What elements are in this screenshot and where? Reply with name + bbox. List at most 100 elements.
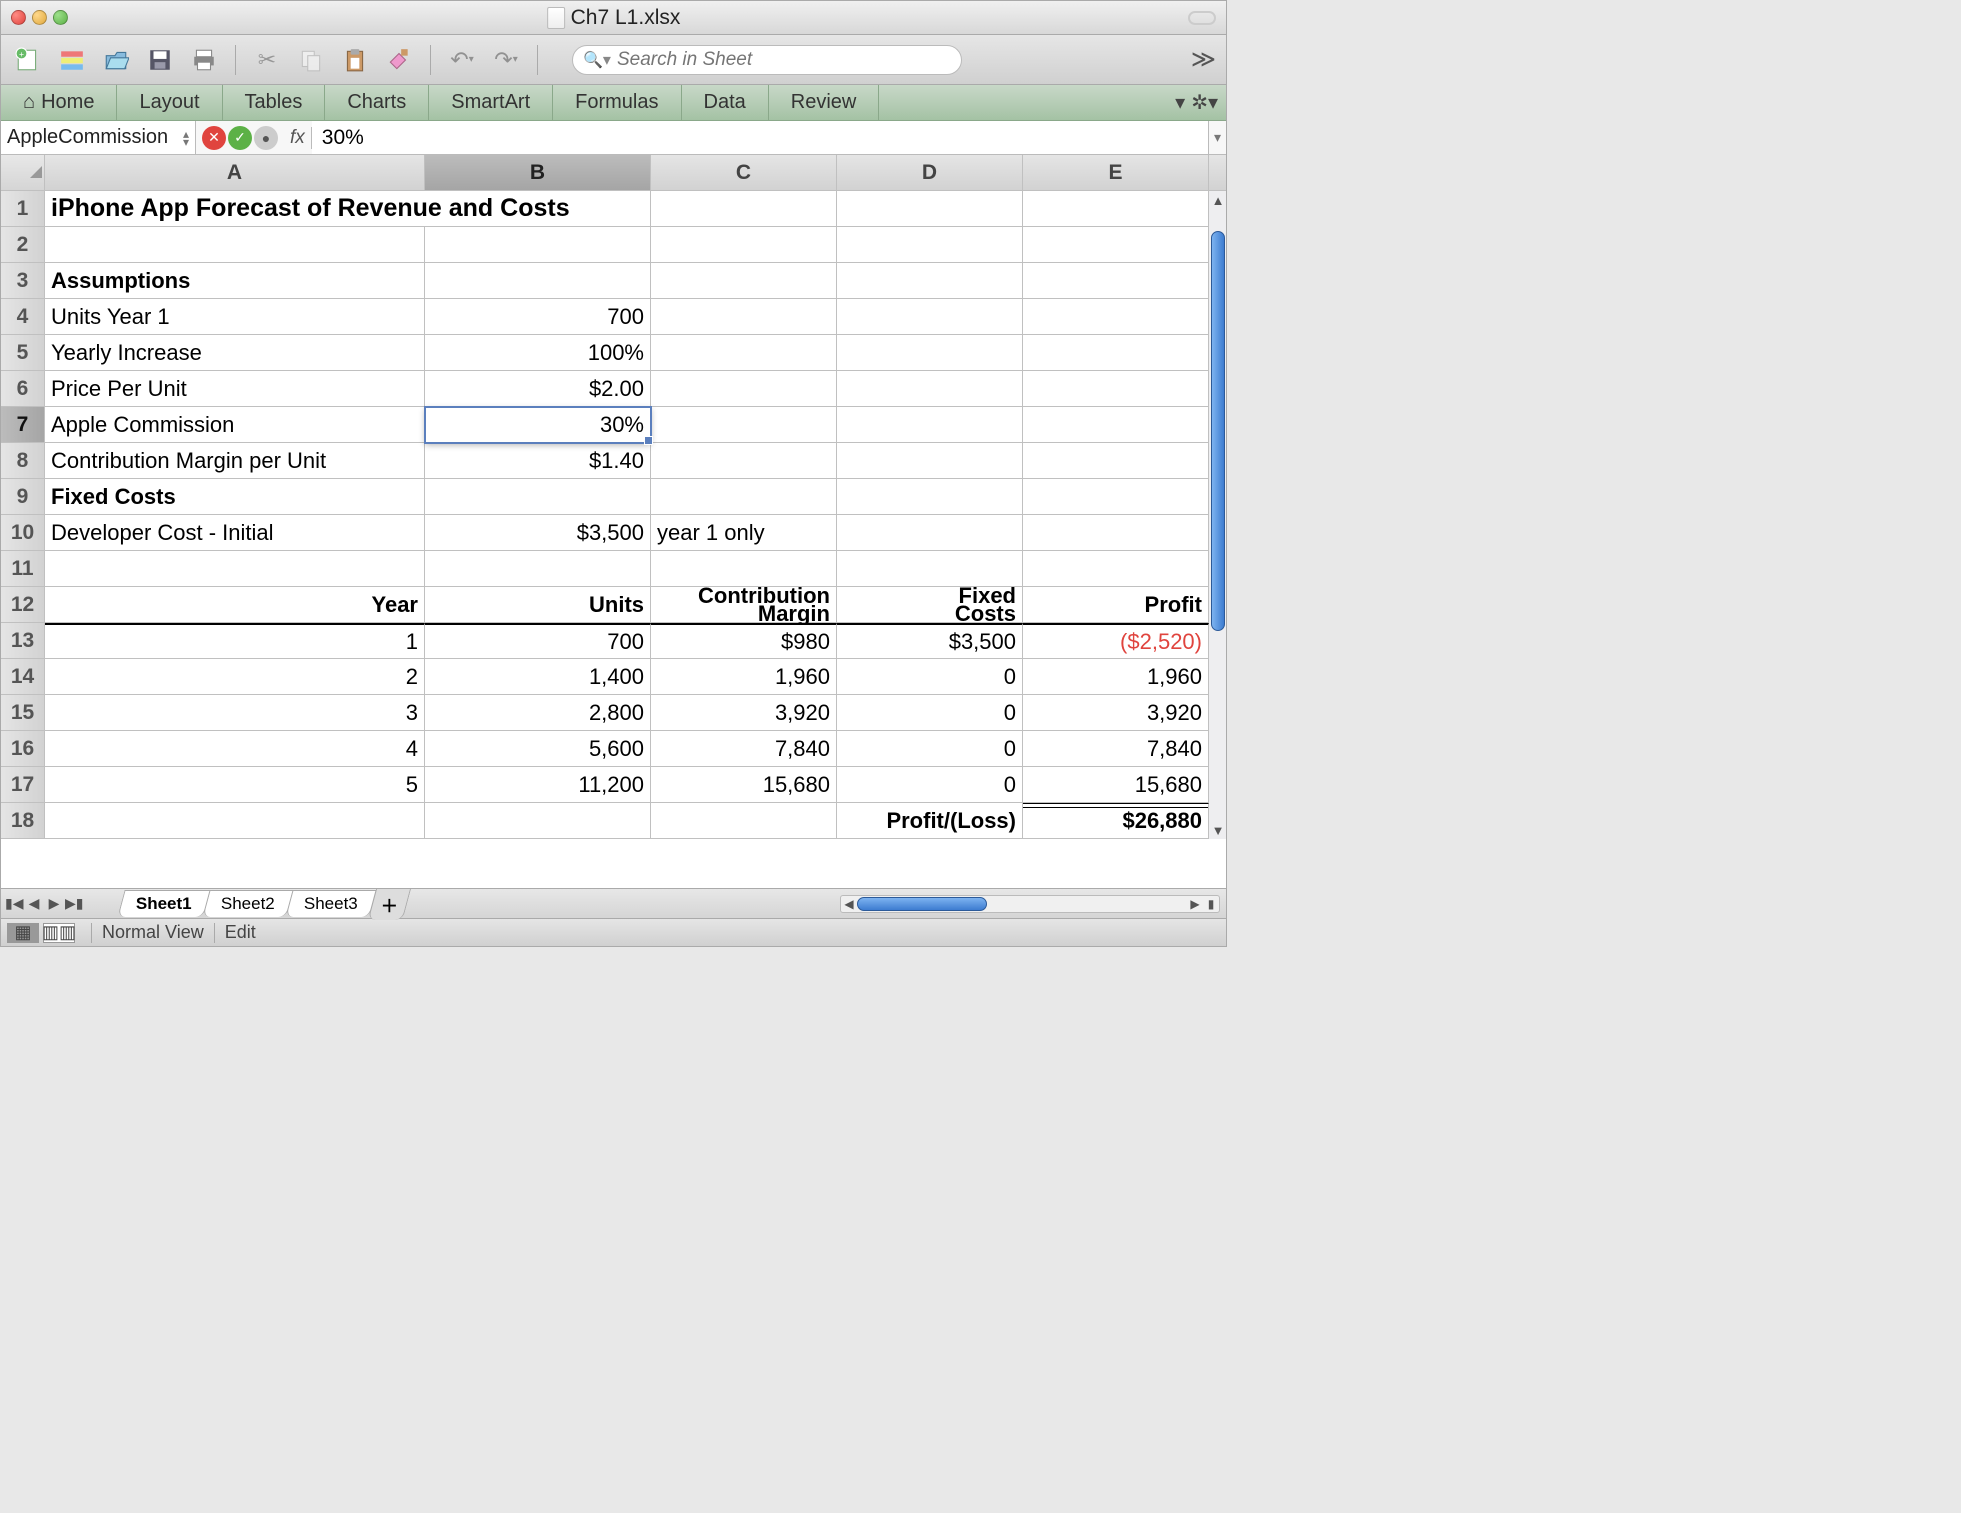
titlebar-pill-button[interactable] xyxy=(1188,11,1216,25)
col-header-B[interactable]: B xyxy=(425,155,651,191)
cell-C14[interactable]: 1,960 xyxy=(651,659,837,695)
row-header-5[interactable]: 5 xyxy=(1,335,45,371)
cell-E8[interactable] xyxy=(1023,443,1209,479)
cell-D6[interactable] xyxy=(837,371,1023,407)
col-header-E[interactable]: E xyxy=(1023,155,1209,191)
cell-E12[interactable]: Profit xyxy=(1023,587,1209,623)
formula-cancel-button[interactable]: ✕ xyxy=(202,126,226,150)
cell-D18[interactable]: Profit/(Loss) xyxy=(837,803,1023,839)
tab-data[interactable]: Data xyxy=(682,85,769,120)
row-header-10[interactable]: 10 xyxy=(1,515,45,551)
cell-A3[interactable]: Assumptions xyxy=(45,263,425,299)
templates-button[interactable] xyxy=(55,43,89,77)
cell-A6[interactable]: Price Per Unit xyxy=(45,371,425,407)
save-button[interactable] xyxy=(143,43,177,77)
cell-E2[interactable] xyxy=(1023,227,1209,263)
window-minimize-button[interactable] xyxy=(32,10,47,25)
cell-D8[interactable] xyxy=(837,443,1023,479)
row-header-6[interactable]: 6 xyxy=(1,371,45,407)
cell-A13[interactable]: 1 xyxy=(45,623,425,659)
cell-A7[interactable]: Apple Commission xyxy=(45,407,425,443)
cell-A8[interactable]: Contribution Margin per Unit xyxy=(45,443,425,479)
cell-B11[interactable] xyxy=(425,551,651,587)
hscroll-thumb[interactable] xyxy=(857,897,987,911)
cell-B9[interactable] xyxy=(425,479,651,515)
cell-D9[interactable] xyxy=(837,479,1023,515)
cell-C18[interactable] xyxy=(651,803,837,839)
cell-A2[interactable] xyxy=(45,227,425,263)
cell-D14[interactable]: 0 xyxy=(837,659,1023,695)
cell-E17[interactable]: 15,680 xyxy=(1023,767,1209,803)
col-header-A[interactable]: A xyxy=(45,155,425,191)
cell-B10[interactable]: $3,500 xyxy=(425,515,651,551)
page-layout-view-button[interactable]: ▥▥ xyxy=(43,923,75,943)
cell-D3[interactable] xyxy=(837,263,1023,299)
cell-D4[interactable] xyxy=(837,299,1023,335)
cell-C10[interactable]: year 1 only xyxy=(651,515,837,551)
cell-B7[interactable]: 30% xyxy=(425,407,651,443)
cell-D17[interactable]: 0 xyxy=(837,767,1023,803)
cell-B13[interactable]: 700 xyxy=(425,623,651,659)
row-header-18[interactable]: 18 xyxy=(1,803,45,839)
cell-D11[interactable] xyxy=(837,551,1023,587)
sheet-tab-1[interactable]: Sheet1 xyxy=(117,890,210,917)
cell-D16[interactable]: 0 xyxy=(837,731,1023,767)
cell-A5[interactable]: Yearly Increase xyxy=(45,335,425,371)
cell-E3[interactable] xyxy=(1023,263,1209,299)
cell-B15[interactable]: 2,800 xyxy=(425,695,651,731)
window-close-button[interactable] xyxy=(11,10,26,25)
formula-bar-expand-icon[interactable]: ▾ xyxy=(1208,121,1226,154)
hscroll-end-icon[interactable]: ▮ xyxy=(1203,896,1219,912)
cell-A4[interactable]: Units Year 1 xyxy=(45,299,425,335)
search-field-wrap[interactable]: 🔍▾ xyxy=(572,45,962,75)
vscroll-down-icon[interactable]: ▼ xyxy=(1209,821,1226,839)
cell-B14[interactable]: 1,400 xyxy=(425,659,651,695)
cell-C4[interactable] xyxy=(651,299,837,335)
tab-smartart[interactable]: SmartArt xyxy=(429,85,553,120)
vscroll-up-icon[interactable]: ▲ xyxy=(1209,191,1226,209)
cell-A17[interactable]: 5 xyxy=(45,767,425,803)
window-zoom-button[interactable] xyxy=(53,10,68,25)
cell-E15[interactable]: 3,920 xyxy=(1023,695,1209,731)
row-header-2[interactable]: 2 xyxy=(1,227,45,263)
copy-button[interactable] xyxy=(294,43,328,77)
formula-input[interactable] xyxy=(312,121,1208,154)
cell-E4[interactable] xyxy=(1023,299,1209,335)
cell-A14[interactable]: 2 xyxy=(45,659,425,695)
name-box-dropdown-icon[interactable]: ▴▾ xyxy=(183,130,189,146)
cell-D12[interactable]: FixedCosts xyxy=(837,587,1023,623)
cell-D5[interactable] xyxy=(837,335,1023,371)
cell-B6[interactable]: $2.00 xyxy=(425,371,651,407)
vertical-scrollbar[interactable]: ▲ ▼ xyxy=(1209,191,1226,839)
cell-B17[interactable]: 11,200 xyxy=(425,767,651,803)
col-header-C[interactable]: C xyxy=(651,155,837,191)
cell-C8[interactable] xyxy=(651,443,837,479)
tab-layout[interactable]: Layout xyxy=(117,85,222,120)
cell-B3[interactable] xyxy=(425,263,651,299)
cell-C2[interactable] xyxy=(651,227,837,263)
search-input[interactable] xyxy=(617,49,951,71)
cell-A9[interactable]: Fixed Costs xyxy=(45,479,425,515)
cell-E13[interactable]: ($2,520) xyxy=(1023,623,1209,659)
row-header-11[interactable]: 11 xyxy=(1,551,45,587)
spreadsheet-grid[interactable]: ABCDE1iPhone App Forecast of Revenue and… xyxy=(1,155,1226,888)
cell-D2[interactable] xyxy=(837,227,1023,263)
normal-view-button[interactable]: ▦ xyxy=(7,923,39,943)
cell-C5[interactable] xyxy=(651,335,837,371)
cell-B5[interactable]: 100% xyxy=(425,335,651,371)
tab-tables[interactable]: Tables xyxy=(223,85,326,120)
cell-C16[interactable]: 7,840 xyxy=(651,731,837,767)
cell-E11[interactable] xyxy=(1023,551,1209,587)
row-header-17[interactable]: 17 xyxy=(1,767,45,803)
cell-E18[interactable]: $26,880 xyxy=(1023,803,1209,839)
cell-D10[interactable] xyxy=(837,515,1023,551)
cell-D15[interactable]: 0 xyxy=(837,695,1023,731)
sheet-tab-2[interactable]: Sheet2 xyxy=(202,890,293,917)
cell-A1[interactable]: iPhone App Forecast of Revenue and Costs xyxy=(45,191,651,227)
redo-button[interactable]: ↷▾ xyxy=(489,43,523,77)
cell-E9[interactable] xyxy=(1023,479,1209,515)
cell-C17[interactable]: 15,680 xyxy=(651,767,837,803)
cell-B8[interactable]: $1.40 xyxy=(425,443,651,479)
cell-E14[interactable]: 1,960 xyxy=(1023,659,1209,695)
cell-E7[interactable] xyxy=(1023,407,1209,443)
